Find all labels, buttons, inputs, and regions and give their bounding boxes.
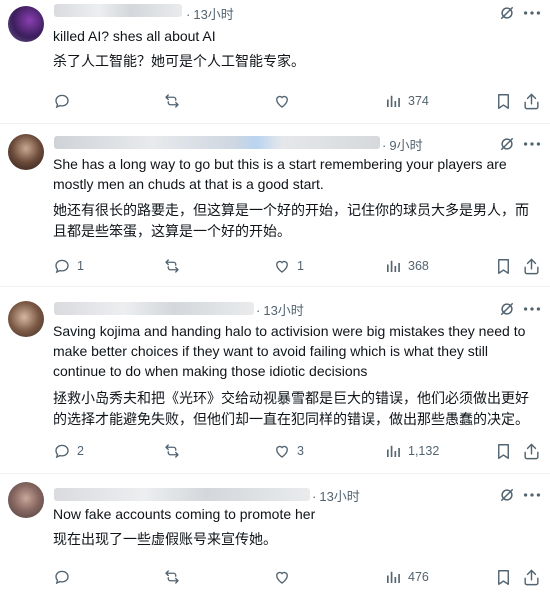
more-icon[interactable] — [521, 135, 543, 153]
repost-icon — [165, 444, 179, 458]
like-button[interactable]: 1 — [273, 257, 304, 275]
view-count: 368 — [408, 259, 429, 273]
post-time: 13小时 — [263, 303, 304, 318]
views-icon — [387, 445, 400, 457]
share-icon — [524, 569, 539, 586]
bookmark-icon — [498, 444, 509, 459]
avatar[interactable] — [8, 134, 44, 170]
reply-icon — [55, 259, 69, 274]
views-button[interactable]: 1,132 — [384, 442, 439, 460]
avatar[interactable] — [8, 301, 44, 337]
like-icon — [276, 260, 288, 273]
repost-button[interactable] — [163, 442, 187, 460]
grok-icon[interactable] — [498, 135, 516, 153]
post-text-en: She has a long way to go but this is a s… — [53, 156, 507, 192]
repost-button[interactable] — [163, 568, 187, 586]
author-name-redacted[interactable] — [54, 488, 310, 501]
reply-icon — [55, 570, 69, 585]
view-count: 1,132 — [408, 444, 440, 458]
share-button[interactable] — [522, 442, 541, 461]
bookmark-button[interactable] — [494, 92, 513, 111]
like-icon — [276, 571, 288, 584]
reply-count: 2 — [77, 444, 84, 458]
bookmark-button[interactable] — [494, 442, 513, 461]
views-icon — [387, 260, 400, 272]
post-4[interactable]: · 13小时 Now fake accounts coming to promot… — [0, 474, 550, 592]
post-meta: · 9小时 — [382, 138, 423, 153]
reply-button[interactable] — [53, 568, 77, 586]
author-name-redacted[interactable] — [54, 136, 380, 149]
repost-icon — [165, 570, 179, 584]
share-icon — [524, 443, 539, 460]
bookmark-icon — [498, 570, 509, 585]
post-time: 13小时 — [193, 7, 234, 22]
views-icon — [387, 571, 400, 583]
share-button[interactable] — [522, 92, 541, 111]
reply-button[interactable]: 2 — [53, 442, 84, 460]
action-bar: 476 — [0, 568, 550, 588]
repost-icon — [165, 259, 179, 273]
action-bar: 374 — [0, 92, 550, 112]
share-button[interactable] — [522, 568, 541, 587]
repost-button[interactable] — [163, 257, 187, 275]
action-bar: 1 1 368 — [0, 257, 550, 277]
repost-button[interactable] — [163, 92, 187, 110]
bookmark-button[interactable] — [494, 568, 513, 587]
post-text-en: Now fake accounts coming to promote her — [53, 506, 316, 522]
like-icon — [276, 95, 288, 108]
post-text-zh: 杀了人工智能？她可是个人工智能专家。 — [53, 53, 305, 69]
view-count: 374 — [408, 94, 429, 108]
like-count: 3 — [297, 444, 304, 458]
views-button[interactable]: 374 — [384, 92, 429, 110]
reply-button[interactable]: 1 — [53, 257, 84, 275]
like-button[interactable] — [273, 568, 297, 586]
post-meta: · 13小时 — [186, 7, 234, 22]
bookmark-icon — [498, 259, 509, 274]
post-text-zh: 现在出现了一些虚假账号来宣传她。 — [53, 531, 277, 547]
post-meta: · 13小时 — [256, 303, 304, 318]
reply-icon — [55, 94, 69, 109]
post-text-en: killed AI? shes all about AI — [53, 28, 216, 44]
post-text-zh: 她还有很长的路要走，但这算是一个好的开始，记住你的球员大多是男人，而且都是些笨蛋… — [53, 202, 529, 239]
author-name-redacted[interactable] — [54, 302, 254, 315]
like-icon — [276, 445, 288, 458]
like-button[interactable] — [273, 92, 297, 110]
views-icon — [387, 95, 400, 107]
post-3[interactable]: · 13小时 Saving kojima and handing halo to … — [0, 287, 550, 474]
post-1[interactable]: · 13小时 killed AI? shes all about AI 杀了人工智… — [0, 0, 550, 124]
like-count: 1 — [297, 259, 304, 273]
bookmark-button[interactable] — [494, 257, 513, 276]
views-button[interactable]: 368 — [384, 257, 429, 275]
share-icon — [524, 93, 539, 110]
grok-icon[interactable] — [498, 300, 516, 318]
bookmark-icon — [498, 94, 509, 109]
reply-button[interactable] — [53, 92, 77, 110]
post-time: 13小时 — [319, 489, 360, 504]
post-text-en: Saving kojima and handing halo to activi… — [53, 323, 526, 379]
author-name-redacted[interactable] — [54, 4, 182, 17]
avatar[interactable] — [8, 482, 44, 518]
reply-icon — [55, 444, 69, 459]
view-count: 476 — [408, 570, 429, 584]
grok-icon[interactable] — [498, 486, 516, 504]
action-bar: 2 3 1,132 — [0, 442, 550, 462]
grok-icon[interactable] — [498, 4, 516, 22]
post-time: 9小时 — [389, 138, 423, 153]
reply-count: 1 — [77, 259, 84, 273]
like-button[interactable]: 3 — [273, 442, 304, 460]
more-icon[interactable] — [521, 4, 543, 22]
post-2[interactable]: · 9小时 She has a long way to go but this i… — [0, 124, 550, 287]
more-icon[interactable] — [521, 486, 543, 504]
repost-icon — [165, 94, 179, 108]
share-button[interactable] — [522, 257, 541, 276]
share-icon — [524, 258, 539, 275]
avatar[interactable] — [8, 6, 44, 42]
post-meta: · 13小时 — [312, 489, 360, 504]
post-text-zh: 拯救小岛秀夫和把《光环》交给动视暴雪都是巨大的错误，他们必须做出更好的选择才能避… — [53, 390, 529, 427]
more-icon[interactable] — [521, 300, 543, 318]
views-button[interactable]: 476 — [384, 568, 429, 586]
